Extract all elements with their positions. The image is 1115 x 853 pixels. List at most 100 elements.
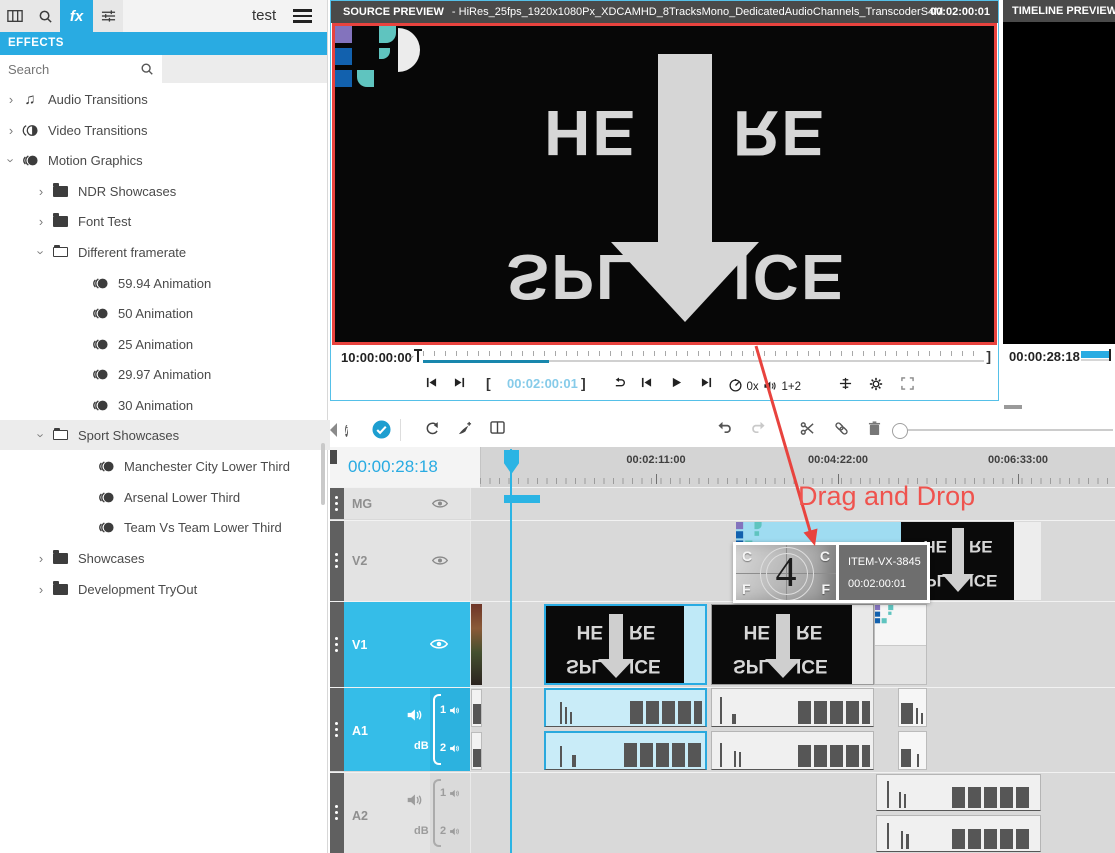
track-visibility-eye-icon[interactable]: [432, 498, 448, 509]
tree-item-font-test[interactable]: ›Font Test: [0, 206, 361, 236]
scrollbar-thumb[interactable]: [1004, 405, 1022, 409]
tree-item-showcases[interactable]: ›Showcases: [0, 543, 361, 573]
effects-tab[interactable]: fx: [60, 0, 93, 32]
audio-clip[interactable]: [876, 815, 1041, 852]
tree-item-audio-transitions[interactable]: ›♫Audio Transitions: [0, 84, 331, 114]
tree-item-ndr-showcases[interactable]: ›NDR Showcases: [0, 176, 361, 206]
sidebar-scrollbar[interactable]: [321, 443, 325, 505]
track-visibility-eye-icon[interactable]: [430, 638, 448, 650]
audio-clip-2[interactable]: [711, 688, 874, 727]
search-tab[interactable]: [30, 0, 60, 32]
audio-clip-small[interactable]: [898, 731, 927, 770]
channel-2[interactable]: 2: [440, 742, 460, 754]
clip-info-button[interactable]: i: [345, 421, 348, 440]
track-content-mg[interactable]: [470, 488, 1115, 519]
prev-frame-button[interactable]: [641, 377, 652, 388]
audio-clip-1-selected[interactable]: [544, 731, 707, 770]
effects-wand-button[interactable]: [457, 421, 472, 436]
audio-monitor-button[interactable]: 1+2: [763, 377, 801, 395]
clip-v1-start-sliver[interactable]: [471, 604, 482, 685]
timeline-playhead-line[interactable]: [510, 449, 512, 853]
chevron-down-icon[interactable]: ›: [34, 428, 49, 442]
audio-clip-2[interactable]: [711, 731, 874, 770]
track-gain-label[interactable]: dB: [414, 740, 429, 752]
audio-clip[interactable]: [876, 774, 1041, 811]
delete-button[interactable]: [868, 421, 881, 436]
clip-v1-logo[interactable]: [874, 604, 927, 685]
track-header-mg[interactable]: MG: [344, 488, 470, 519]
playback-speed-button[interactable]: 0x: [729, 377, 759, 395]
chevron-down-icon[interactable]: ›: [405, 350, 417, 364]
zoom-slider-handle[interactable]: [892, 423, 908, 439]
tree-item-motion-graphics[interactable]: ›Motion Graphics: [0, 145, 331, 175]
track-drag-handle[interactable]: [330, 688, 344, 771]
track-header-v2[interactable]: V2: [344, 521, 470, 601]
track-header-a1[interactable]: A1 dB 1 2: [344, 688, 470, 771]
mark-in-button[interactable]: [: [486, 375, 491, 391]
tree-item-video-transitions[interactable]: ›Video Transitions: [0, 115, 331, 145]
channel-2[interactable]: 2: [440, 825, 460, 837]
timeline-ruler[interactable]: 00:00:28:18 00:02:11:00 00:04:22:00 00:0…: [330, 447, 1115, 488]
track-header-v1[interactable]: V1: [344, 602, 470, 687]
source-current-timecode[interactable]: 00:02:00:01: [507, 376, 578, 391]
zoom-slider-track[interactable]: [908, 429, 1113, 431]
preview-playhead-marker[interactable]: [1109, 349, 1111, 361]
match-frame-button[interactable]: [839, 377, 852, 390]
audio-clip-small[interactable]: [898, 688, 927, 727]
track-drag-handle[interactable]: [330, 488, 344, 519]
effects-search[interactable]: [0, 55, 162, 83]
chevron-right-icon[interactable]: ›: [34, 551, 48, 566]
media-bin-tab[interactable]: [0, 0, 30, 32]
reset-button[interactable]: [425, 421, 440, 436]
clip-v2-tail[interactable]: [1014, 522, 1041, 600]
cut-button[interactable]: [800, 421, 815, 436]
chevron-right-icon[interactable]: ›: [4, 92, 18, 107]
timeline-preview-scrub[interactable]: 00:00:28:18: [1003, 345, 1115, 367]
source-scrub-bar[interactable]: 10:00:00:00 › ]: [331, 346, 998, 368]
menu-icon[interactable]: [293, 9, 312, 26]
goto-in-button[interactable]: [426, 377, 437, 388]
clip-v1-splice-1-selected[interactable]: SPLICE HERE: [544, 604, 707, 685]
settings-tab[interactable]: [93, 0, 123, 32]
chevron-right-icon[interactable]: ›: [34, 184, 48, 199]
track-content-a2[interactable]: [470, 773, 1115, 853]
link-clips-button[interactable]: [834, 421, 849, 436]
track-content-a1[interactable]: [470, 688, 1115, 771]
track-mute-speaker-icon[interactable]: [406, 708, 423, 722]
chevron-right-icon[interactable]: ›: [34, 582, 48, 597]
loop-button[interactable]: [613, 377, 626, 388]
mark-out-button[interactable]: ]: [581, 375, 586, 391]
fullscreen-button[interactable]: [901, 377, 914, 390]
track-gain-label[interactable]: dB: [414, 825, 429, 837]
channel-1[interactable]: 1: [440, 787, 460, 799]
tree-item-sport-showcases[interactable]: ›Sport Showcases: [0, 420, 361, 450]
collapse-panel-icon[interactable]: [330, 423, 337, 437]
redo-button[interactable]: [750, 421, 765, 433]
audio-clip-1-selected[interactable]: [544, 688, 707, 727]
settings-gear-button[interactable]: [869, 377, 883, 391]
split-view-button[interactable]: [490, 421, 505, 434]
chevron-right-icon[interactable]: ›: [34, 214, 48, 229]
search-input[interactable]: [0, 55, 140, 83]
track-drag-handle[interactable]: [330, 773, 344, 853]
audio-sliver[interactable]: [471, 689, 482, 727]
track-visibility-eye-icon[interactable]: [432, 555, 448, 566]
track-drag-handle[interactable]: [330, 521, 344, 601]
track-drag-handle[interactable]: [330, 602, 344, 687]
chevron-right-icon[interactable]: ›: [4, 123, 18, 138]
tree-item-different-framerate[interactable]: ›Different framerate: [0, 237, 361, 267]
approve-button[interactable]: [372, 420, 391, 439]
channel-1[interactable]: 1: [440, 704, 460, 716]
clip-v1-splice-2[interactable]: SPLICE HERE: [711, 604, 874, 685]
track-mute-speaker-icon[interactable]: [406, 793, 423, 807]
tree-item-development-tryout[interactable]: ›Development TryOut: [0, 574, 361, 604]
track-header-a2[interactable]: A2 dB 1 2: [344, 773, 470, 853]
goto-out-button[interactable]: [454, 377, 465, 388]
track-content-v1[interactable]: SPLICE HERE SPLICE HERE: [470, 602, 1115, 687]
undo-button[interactable]: [718, 421, 733, 433]
next-frame-button[interactable]: [701, 377, 712, 388]
audio-sliver[interactable]: [471, 732, 482, 770]
chevron-down-icon[interactable]: ›: [34, 245, 49, 259]
play-button[interactable]: [671, 377, 682, 388]
chevron-down-icon[interactable]: ›: [4, 153, 19, 167]
